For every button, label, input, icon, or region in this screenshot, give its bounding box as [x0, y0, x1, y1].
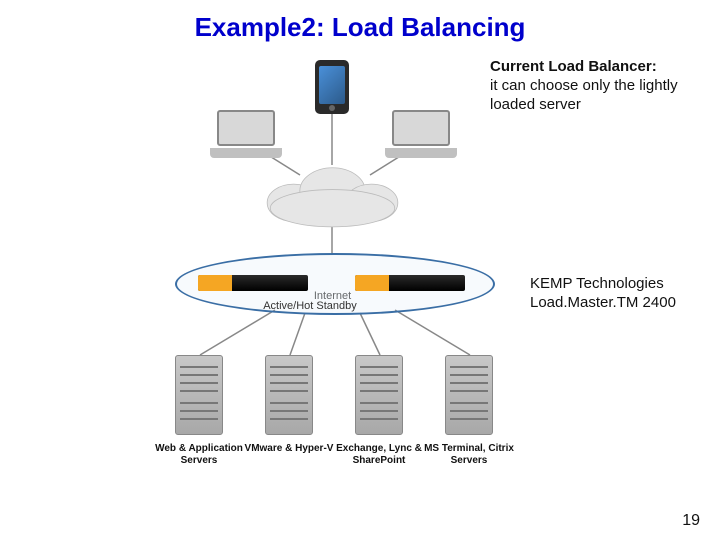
kemp-device-icon	[198, 275, 308, 291]
page-number: 19	[682, 512, 700, 530]
server-label: VMware & Hyper-V	[244, 443, 334, 455]
caption-kemp-line1: KEMP Technologies	[530, 275, 664, 292]
server-label: MS Terminal, Citrix Servers	[424, 443, 514, 466]
smartphone-icon	[315, 60, 349, 114]
caption-kemp-product: KEMP Technologies Load.Master.TM 2400	[530, 275, 720, 313]
cluster-mode-label: Active/Hot Standby	[120, 300, 500, 312]
network-diagram: Internet Active/Hot Standby Web & Applic…	[120, 55, 500, 485]
kemp-device-icon	[355, 275, 465, 291]
laptop-icon	[210, 110, 282, 158]
server-rack-icon	[265, 355, 313, 435]
caption-kemp-line2: Load.Master.TM 2400	[530, 294, 676, 311]
slide-title: Example2: Load Balancing	[0, 12, 720, 43]
server-rack-icon	[355, 355, 403, 435]
server-label: Exchange, Lync & SharePoint	[334, 443, 424, 466]
server-rack-icon	[445, 355, 493, 435]
server-label: Web & Application Servers	[154, 443, 244, 466]
laptop-icon	[385, 110, 457, 158]
internet-cloud-icon: Internet	[250, 160, 415, 230]
server-rack-icon	[175, 355, 223, 435]
